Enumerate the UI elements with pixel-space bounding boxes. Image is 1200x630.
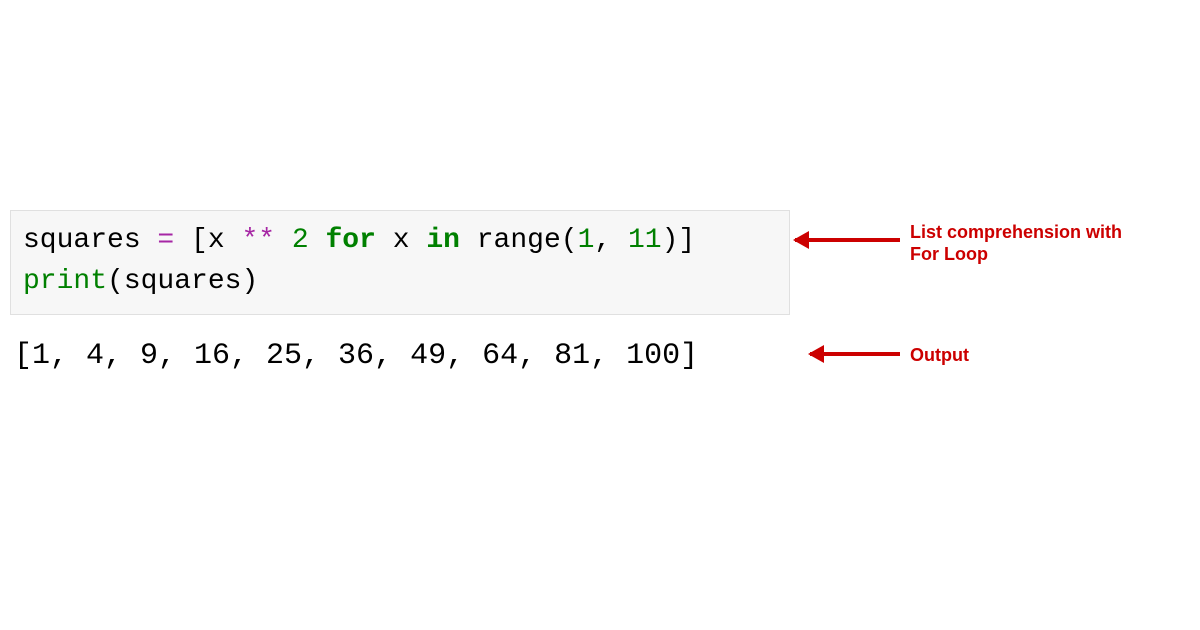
code-token: squares <box>23 225 157 256</box>
code-token: 2 <box>292 225 309 256</box>
arrow-icon <box>810 352 900 356</box>
output-text: [1, 4, 9, 16, 25, 36, 49, 64, 81, 100] <box>14 335 698 377</box>
annotation-list-comprehension: List comprehension with For Loop <box>910 222 1140 265</box>
code-token: range( <box>460 225 578 256</box>
code-token: 1 <box>578 225 595 256</box>
code-line-2: print(squares) <box>23 262 777 303</box>
code-token: )] <box>662 225 696 256</box>
code-token: for <box>326 225 376 256</box>
code-token: = <box>157 225 174 256</box>
code-token: , <box>594 225 628 256</box>
annotation-output: Output <box>910 345 969 367</box>
code-token: [x <box>174 225 241 256</box>
code-token: x <box>376 225 426 256</box>
code-cell: squares = [x ** 2 for x in range(1, 11)]… <box>10 210 790 315</box>
code-line-1: squares = [x ** 2 for x in range(1, 11)] <box>23 221 777 262</box>
code-token: (squares) <box>107 266 258 297</box>
code-token: print <box>23 266 107 297</box>
code-token: in <box>426 225 460 256</box>
code-token <box>275 225 292 256</box>
code-token <box>309 225 326 256</box>
code-token: ** <box>241 225 275 256</box>
code-token: 11 <box>628 225 662 256</box>
arrow-icon <box>795 238 900 242</box>
output-cell: [1, 4, 9, 16, 25, 36, 49, 64, 81, 100] <box>14 335 698 377</box>
